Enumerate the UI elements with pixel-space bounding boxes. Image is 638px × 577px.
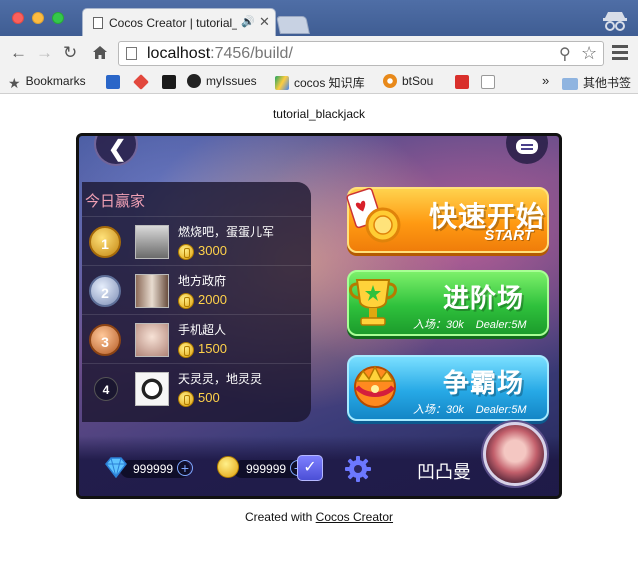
gitlab-icon[interactable]	[133, 74, 149, 90]
entry-fee: 入场：30k	[413, 404, 464, 416]
github-icon	[187, 74, 201, 88]
user-avatar[interactable]	[483, 422, 547, 486]
leaderboard-row[interactable]: 4 天灵灵，地灵灵 500	[82, 363, 311, 412]
back-arrow-icon[interactable]: ←	[10, 44, 27, 62]
username: 凹凸曼	[417, 462, 471, 482]
bookmark-star-icon[interactable]: ☆	[581, 43, 597, 64]
player-coins: 2000	[198, 292, 227, 307]
address-bar[interactable]: localhost:7456/build/ ⚲ ☆	[118, 41, 604, 66]
star-icon: ★	[8, 75, 21, 91]
add-diamond-button[interactable]: +	[177, 460, 193, 476]
poker-chips-icon	[346, 187, 401, 243]
leaderboard-title: 今日赢家	[85, 193, 146, 210]
advanced-room-info: 入场：30k Dealer:5M	[413, 316, 527, 332]
folder-icon	[562, 78, 578, 90]
gold-count: 999999	[246, 462, 287, 476]
close-window-button[interactable]	[12, 12, 24, 24]
dealer-requirement: Dealer:5M	[475, 319, 527, 331]
entry-fee: 入场：30k	[413, 319, 464, 331]
champion-room-button[interactable]: 争霸场 入场：30k Dealer:5M	[347, 355, 549, 421]
trophy-icon	[349, 279, 397, 326]
advanced-room-title: 进阶场	[443, 283, 525, 313]
browser-toolbar: ← → ↻ localhost:7456/build/ ⚲ ☆	[0, 36, 638, 70]
player-name: 天灵灵，地灵灵	[178, 372, 263, 386]
chevron-left-icon: ❮	[108, 136, 127, 161]
rank-badge: 4	[94, 377, 118, 401]
bookmarks-button[interactable]: ★ Bookmarks	[8, 74, 86, 91]
champion-room-info: 入场：30k Dealer:5M	[413, 401, 527, 417]
menu-icon[interactable]	[612, 45, 628, 63]
player-name: 手机超人	[178, 323, 227, 337]
task-button[interactable]: ✓	[297, 455, 323, 481]
footer-text: Created with	[244, 510, 316, 524]
leaderboard-row[interactable]: 3 手机超人 1500	[82, 314, 311, 363]
btsou-icon	[383, 74, 397, 88]
quick-start-button[interactable]: 快速开始 START	[346, 187, 549, 253]
avatar[interactable]	[135, 372, 169, 406]
coin-icon	[178, 293, 194, 309]
coin-icon	[178, 244, 194, 260]
player-name: 地方政府	[178, 274, 227, 288]
home-icon[interactable]	[92, 45, 108, 60]
quick-start-subtitle: START	[484, 227, 533, 244]
close-tab-icon[interactable]: ✕	[259, 14, 270, 30]
bookmark-other[interactable]: 其他书签	[562, 74, 631, 91]
avatar[interactable]	[135, 225, 169, 259]
gear-icon[interactable]	[343, 454, 373, 484]
page-icon	[93, 17, 103, 29]
player-coins: 500	[198, 390, 220, 405]
bookmark-btsou[interactable]: btSou	[383, 74, 433, 88]
leaderboard-row[interactable]: 2 地方政府 2000	[82, 265, 311, 314]
coin-icon	[178, 342, 194, 358]
bookmark-cocos[interactable]: cocos 知识库	[275, 74, 365, 91]
page-icon	[126, 47, 137, 60]
forward-arrow-icon[interactable]: →	[36, 44, 53, 62]
drive-icon	[275, 76, 289, 90]
tab-title: Cocos Creator | tutorial_blackjack	[109, 16, 237, 30]
new-tab-button[interactable]	[276, 16, 310, 34]
coin-icon	[178, 391, 194, 407]
bookmarks-overflow[interactable]: »	[542, 73, 549, 88]
bookmarks-bar: ★ Bookmarks myIssues cocos 知识库 btSou » 其他…	[0, 70, 638, 94]
minimize-window-button[interactable]	[32, 12, 44, 24]
dealer-requirement: Dealer:5M	[475, 404, 527, 416]
bronze-medal-icon: 3	[89, 324, 121, 356]
chat-icon	[516, 139, 538, 154]
zoom-icon[interactable]: ⚲	[559, 44, 571, 64]
browser-titlebar: Cocos Creator | tutorial_blackjack 🔊 ✕	[0, 0, 638, 36]
checkmark-icon: ✓	[303, 459, 317, 476]
chat-button[interactable]	[506, 136, 548, 164]
back-button[interactable]: ❮	[94, 136, 138, 166]
leaderboard-row[interactable]: 1 燃烧吧，蛋蛋儿军 3000	[82, 216, 311, 265]
advanced-room-button[interactable]: 进阶场 入场：30k Dealer:5M	[347, 270, 549, 336]
crown-orb-icon	[354, 365, 396, 408]
cocos-creator-link[interactable]: Cocos Creator	[316, 510, 393, 524]
avatar[interactable]	[135, 274, 169, 308]
player-coins: 1500	[198, 341, 227, 356]
player-name: 燃烧吧，蛋蛋儿军	[178, 225, 275, 239]
bookmark-myissues[interactable]: myIssues	[187, 74, 257, 88]
bookmark-app-icon[interactable]	[162, 75, 176, 89]
champion-room-title: 争霸场	[443, 368, 525, 398]
zoom-window-button[interactable]	[52, 12, 64, 24]
url-text[interactable]: localhost:7456/build/	[147, 45, 293, 63]
page-title: tutorial_blackjack	[272, 107, 366, 121]
gold-coin-icon	[217, 456, 239, 478]
incognito-icon	[603, 12, 627, 31]
footer: Created with Cocos Creator	[0, 510, 638, 524]
reload-icon[interactable]: ↻	[63, 44, 77, 62]
player-coins: 3000	[198, 243, 227, 258]
leaderboard: 今日赢家 1 燃烧吧，蛋蛋儿军 3000 2 地方政府 2000 3 手机超人 …	[82, 182, 311, 422]
diamond-count: 999999	[133, 462, 174, 476]
silver-medal-icon: 2	[89, 275, 121, 307]
game-canvas[interactable]: ❮ 今日赢家 1 燃烧吧，蛋蛋儿军 3000 2 地方政府 2000 3 手机超…	[76, 133, 562, 499]
browser-tab[interactable]: Cocos Creator | tutorial_blackjack 🔊 ✕	[82, 8, 276, 36]
speaker-icon[interactable]: 🔊	[241, 15, 255, 28]
diamond-icon	[105, 457, 127, 478]
acrobat-icon[interactable]	[455, 75, 469, 89]
outlook-icon[interactable]	[106, 75, 120, 89]
search-bookmark-icon[interactable]	[481, 75, 495, 89]
avatar[interactable]	[135, 323, 169, 357]
gold-medal-icon: 1	[89, 226, 121, 258]
